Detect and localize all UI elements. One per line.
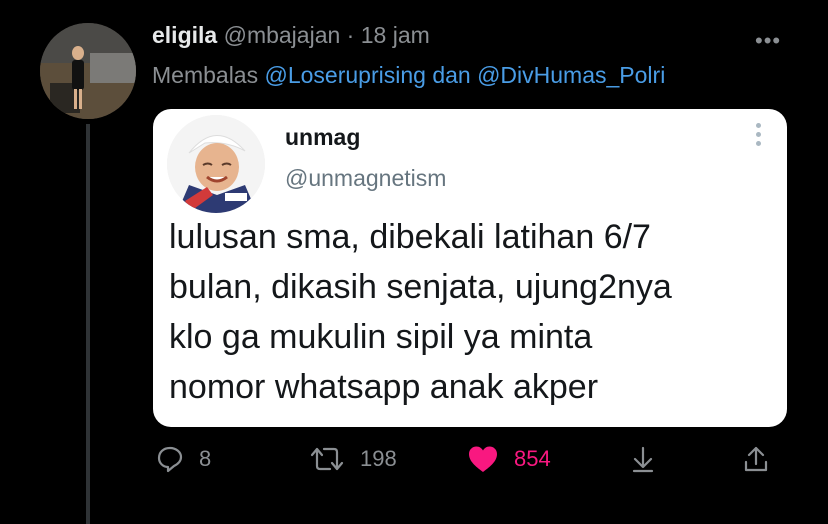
quoted-user-handle[interactable]: @unmagnetism — [285, 165, 446, 192]
quoted-user-avatar[interactable] — [167, 115, 265, 213]
quoted-more-icon[interactable] — [756, 123, 762, 146]
user-photo — [40, 23, 136, 119]
download-button[interactable] — [628, 444, 658, 474]
like-button[interactable]: 854 — [466, 444, 551, 474]
share-icon — [744, 446, 768, 472]
display-name[interactable]: eligila — [152, 22, 217, 48]
quoted-text-line: bulan, dikasih senjata, ujung2nya — [169, 268, 672, 306]
heart-icon — [469, 446, 497, 472]
replying-to: Membalas @Loseruprising dan @DivHumas_Po… — [152, 62, 665, 89]
quoted-user-photo — [167, 115, 265, 213]
user-avatar[interactable] — [40, 23, 136, 119]
share-button[interactable] — [741, 444, 771, 474]
tweet-header: eligila @mbajajan · 18 jam — [152, 22, 430, 49]
retweet-button[interactable]: 198 — [308, 444, 397, 474]
reply-mentions-link[interactable]: @Loseruprising dan @DivHumas_Polri — [265, 62, 666, 88]
like-count: 854 — [514, 446, 551, 471]
quoted-tweet-text: lulusan sma, dibekali latihan 6/7 bulan,… — [169, 212, 773, 412]
quoted-text-line: lulusan sma, dibekali latihan 6/7 — [169, 218, 651, 256]
retweet-count: 198 — [360, 446, 397, 471]
reply-prefix: Membalas — [152, 62, 259, 88]
user-handle[interactable]: @mbajajan — [224, 22, 341, 48]
tweet-timestamp[interactable]: 18 jam — [361, 22, 430, 48]
speech-bubble-icon — [157, 446, 183, 473]
separator-dot: · — [346, 22, 355, 48]
quoted-text-line: nomor whatsapp anak akper — [169, 368, 599, 406]
tweet-actions: 8 198 854 — [0, 440, 828, 480]
quoted-tweet-card[interactable]: unmag @unmagnetism lulusan sma, dibekali… — [153, 109, 787, 427]
quoted-display-name[interactable]: unmag — [285, 124, 360, 151]
reply-button[interactable]: 8 — [155, 444, 211, 474]
reply-count: 8 — [199, 446, 212, 471]
download-arrow-icon — [632, 446, 654, 473]
quoted-text-line: klo ga mukulin sipil ya minta — [169, 318, 593, 356]
retweet-icon — [310, 447, 344, 471]
more-options-icon[interactable]: ••• — [755, 28, 781, 54]
